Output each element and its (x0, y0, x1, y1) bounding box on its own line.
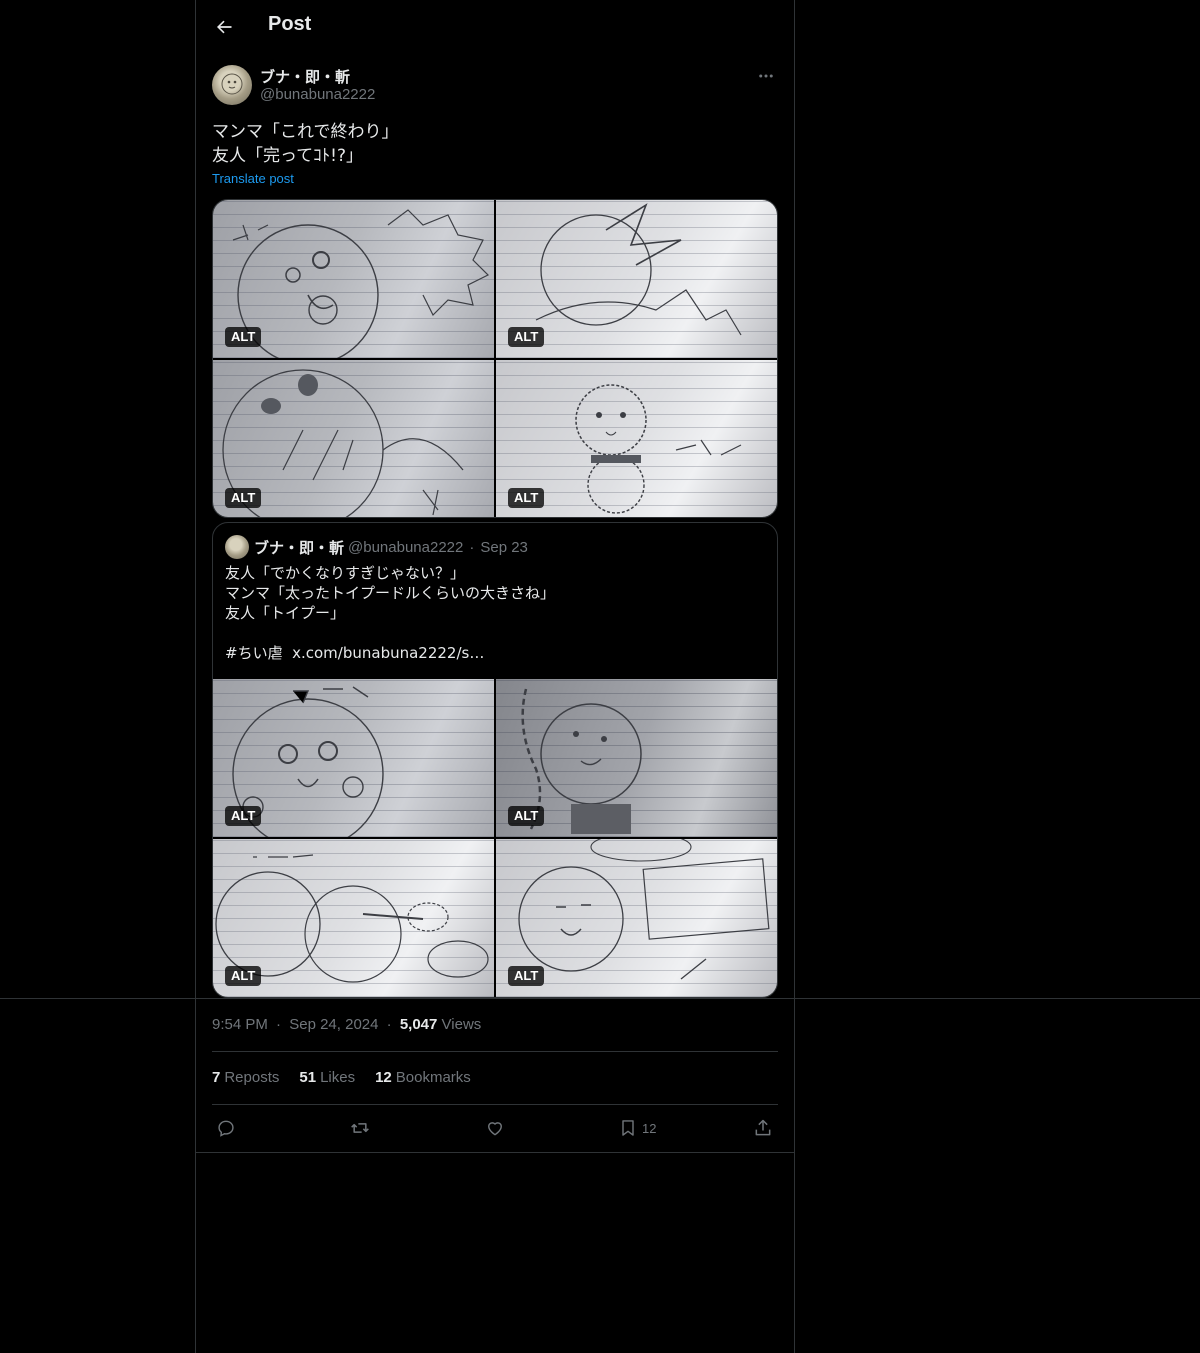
post-text: マンマ「これで終わり」 友人「完ってｺﾄ!?」 (212, 120, 399, 168)
share-button[interactable] (753, 1116, 773, 1140)
media-image[interactable]: ALT (496, 839, 777, 997)
back-button[interactable] (212, 15, 236, 39)
media-image[interactable]: ALT (496, 200, 777, 358)
media-image[interactable]: ALT (213, 839, 494, 997)
bookmarks-label: Bookmarks (395, 1069, 471, 1086)
repost-button[interactable] (350, 1116, 370, 1140)
post-media-grid: ALT ALT ALT ALT (212, 199, 778, 518)
post-author: ブナ・即・斬 @bunabuna2222 (212, 64, 778, 108)
media-image[interactable]: ALT (496, 679, 777, 837)
more-button[interactable] (754, 64, 778, 88)
bookmark-count: 12 (642, 1120, 657, 1136)
views-label: Views (441, 1016, 482, 1033)
page-title: Post (268, 13, 312, 35)
back-arrow-icon (217, 20, 232, 34)
avatar (225, 535, 249, 559)
translate-link[interactable]: Translate post (212, 171, 294, 186)
share-icon (755, 1119, 771, 1136)
post-date[interactable]: Sep 24, 2024 (289, 1016, 378, 1033)
likes-stat[interactable]: 51 Likes (299, 1069, 355, 1086)
quoted-post-date: Sep 23 (480, 538, 528, 556)
divider (212, 1104, 778, 1105)
action-bar: 12 (212, 1116, 778, 1140)
reposts-count: 7 (212, 1069, 221, 1086)
quoted-text-line: マンマ「太ったトイプードルくらいの大きさね」 (225, 584, 556, 602)
like-icon (488, 1122, 502, 1136)
avatar[interactable] (212, 65, 252, 105)
quoted-post-text: 友人「でかくなりすぎじゃない？」 マンマ「太ったトイプードルくらいの大きさね」 … (225, 563, 555, 663)
likes-count: 51 (299, 1069, 317, 1086)
media-image[interactable]: ALT (213, 200, 494, 358)
repost-icon (351, 1123, 369, 1133)
reposts-label: Reposts (224, 1069, 280, 1086)
post-column: Post ブナ・即・斬 @bunabuna2222 マンマ「これで終わり」 友人… (195, 0, 795, 1353)
post-metadata: 9:54 PM · Sep 24, 2024 · 5,047 Views (212, 1016, 481, 1033)
post-text-line: 友人「完ってｺﾄ!?」 (212, 146, 363, 166)
reposts-stat[interactable]: 7 Reposts (212, 1069, 279, 1086)
bookmark-button[interactable]: 12 (618, 1116, 656, 1140)
bookmarks-count: 12 (375, 1069, 392, 1086)
bookmark-icon (622, 1120, 634, 1136)
likes-label: Likes (320, 1069, 356, 1086)
quoted-post[interactable]: ブナ・即・斬 @bunabuna2222 · Sep 23 友人「でかくなりすぎ… (212, 522, 778, 998)
quoted-author-handle: @bunabuna2222 (348, 538, 464, 556)
separator-dot: · (276, 1016, 282, 1033)
more-icon (759, 74, 773, 78)
alt-badge[interactable]: ALT (225, 488, 262, 508)
author-handle[interactable]: @bunabuna2222 (260, 86, 375, 103)
views-count: 5,047 (399, 1016, 438, 1033)
author-name[interactable]: ブナ・即・斬 (260, 66, 350, 87)
divider (196, 1152, 794, 1153)
media-image[interactable]: ALT (213, 360, 494, 517)
quoted-text-line: 友人「でかくなりすぎじゃない？」 (225, 564, 466, 582)
separator-dot: · (386, 1016, 392, 1033)
quoted-post-header: ブナ・即・斬 @bunabuna2222 · Sep 23 (225, 535, 528, 559)
media-image[interactable]: ALT (496, 360, 777, 517)
engagement-stats: 7 Reposts 51 Likes 12 Bookmarks (212, 1069, 471, 1086)
quoted-media-grid: ALT ALT ALT ALT (213, 679, 777, 997)
alt-badge[interactable]: ALT (508, 966, 545, 986)
quoted-text-line: #ちい虐 x.com/bunabuna2222/s… (225, 644, 485, 662)
bookmarks-stat[interactable]: 12 Bookmarks (375, 1069, 471, 1086)
quoted-text-line: 友人「トイプー」 (225, 604, 346, 622)
alt-badge[interactable]: ALT (508, 327, 545, 347)
post-time[interactable]: 9:54 PM (212, 1016, 268, 1033)
media-image[interactable]: ALT (213, 679, 494, 837)
alt-badge[interactable]: ALT (508, 488, 545, 508)
like-button[interactable] (485, 1116, 505, 1140)
quoted-author-name: ブナ・即・斬 (254, 539, 345, 557)
alt-badge[interactable]: ALT (508, 806, 545, 826)
separator-dot: · (469, 538, 475, 556)
alt-badge[interactable]: ALT (225, 327, 262, 347)
alt-badge[interactable]: ALT (225, 966, 262, 986)
reply-button[interactable] (216, 1116, 236, 1140)
reply-icon (218, 1120, 234, 1137)
post-header: Post (196, 0, 794, 54)
alt-badge[interactable]: ALT (225, 806, 262, 826)
post-text-line: マンマ「これで終わり」 (212, 122, 399, 142)
divider (212, 1051, 778, 1052)
